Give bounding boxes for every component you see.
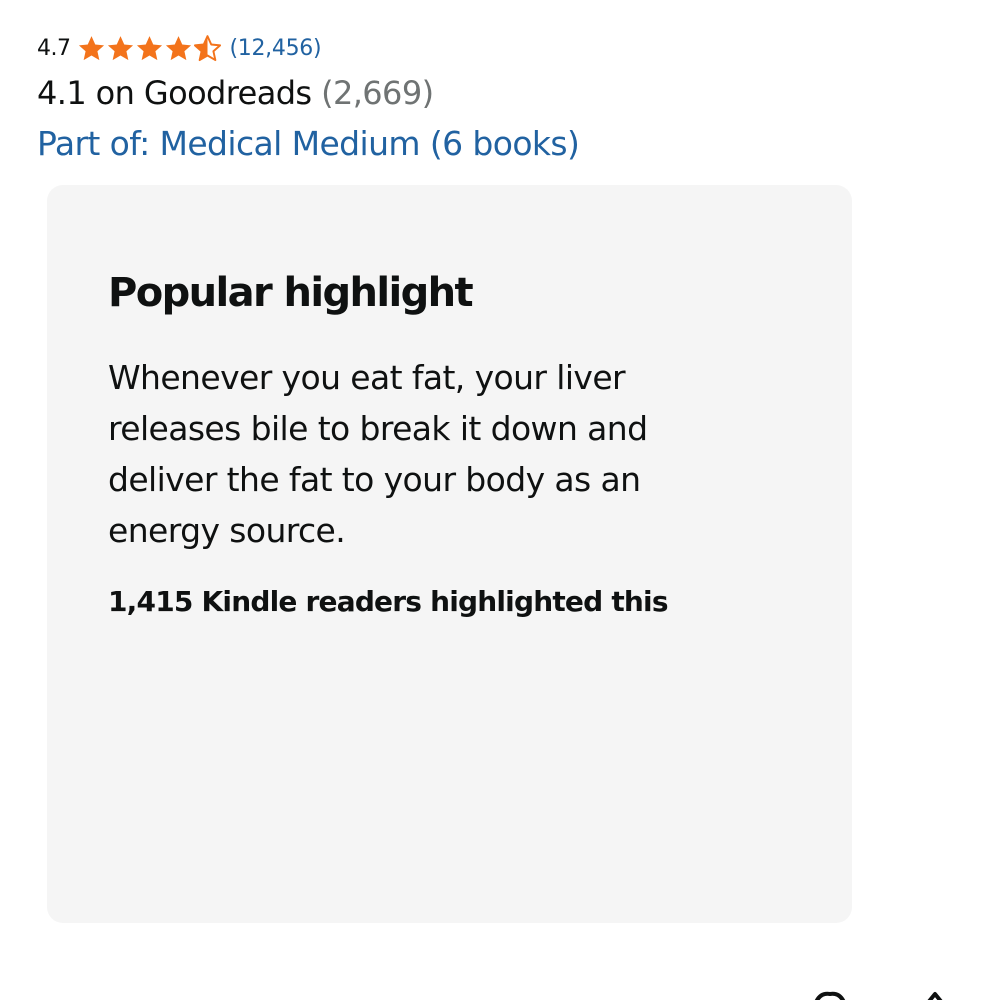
bottom-toolbar-edge (800, 986, 1000, 1000)
star-half-icon (193, 34, 221, 61)
star-rating[interactable] (77, 34, 222, 63)
goodreads-rating-count: (2,669) (321, 74, 434, 112)
book-detail-page: 4.7 (12,456) 4.1 on Goodreads (2,669) Pa… (0, 0, 1000, 1000)
star-full-icon (107, 35, 133, 60)
star-full-icon (136, 35, 162, 60)
series-link[interactable]: Part of: Medical Medium (6 books) (37, 124, 580, 163)
goodreads-rating-text: 4.1 on Goodreads (37, 74, 312, 112)
customer-rating[interactable]: 4.7 (12,456) (37, 30, 322, 66)
partial-icon[interactable] (918, 986, 952, 1000)
partial-icon[interactable] (810, 986, 850, 1000)
popular-highlight-heading: Popular highlight (108, 270, 474, 316)
goodreads-rating: 4.1 on Goodreads (2,669) (37, 74, 434, 112)
highlight-quote: Whenever you eat fat, your liver release… (108, 358, 648, 550)
popular-highlight-card: Popular highlight Whenever you eat fat, … (47, 185, 852, 923)
highlight-readers-count: 1,415 Kindle readers highlighted this (108, 585, 669, 618)
rating-count-link[interactable]: (12,456) (230, 36, 322, 61)
star-full-icon (165, 35, 191, 60)
rating-value: 4.7 (37, 35, 71, 61)
star-full-icon (78, 35, 104, 60)
